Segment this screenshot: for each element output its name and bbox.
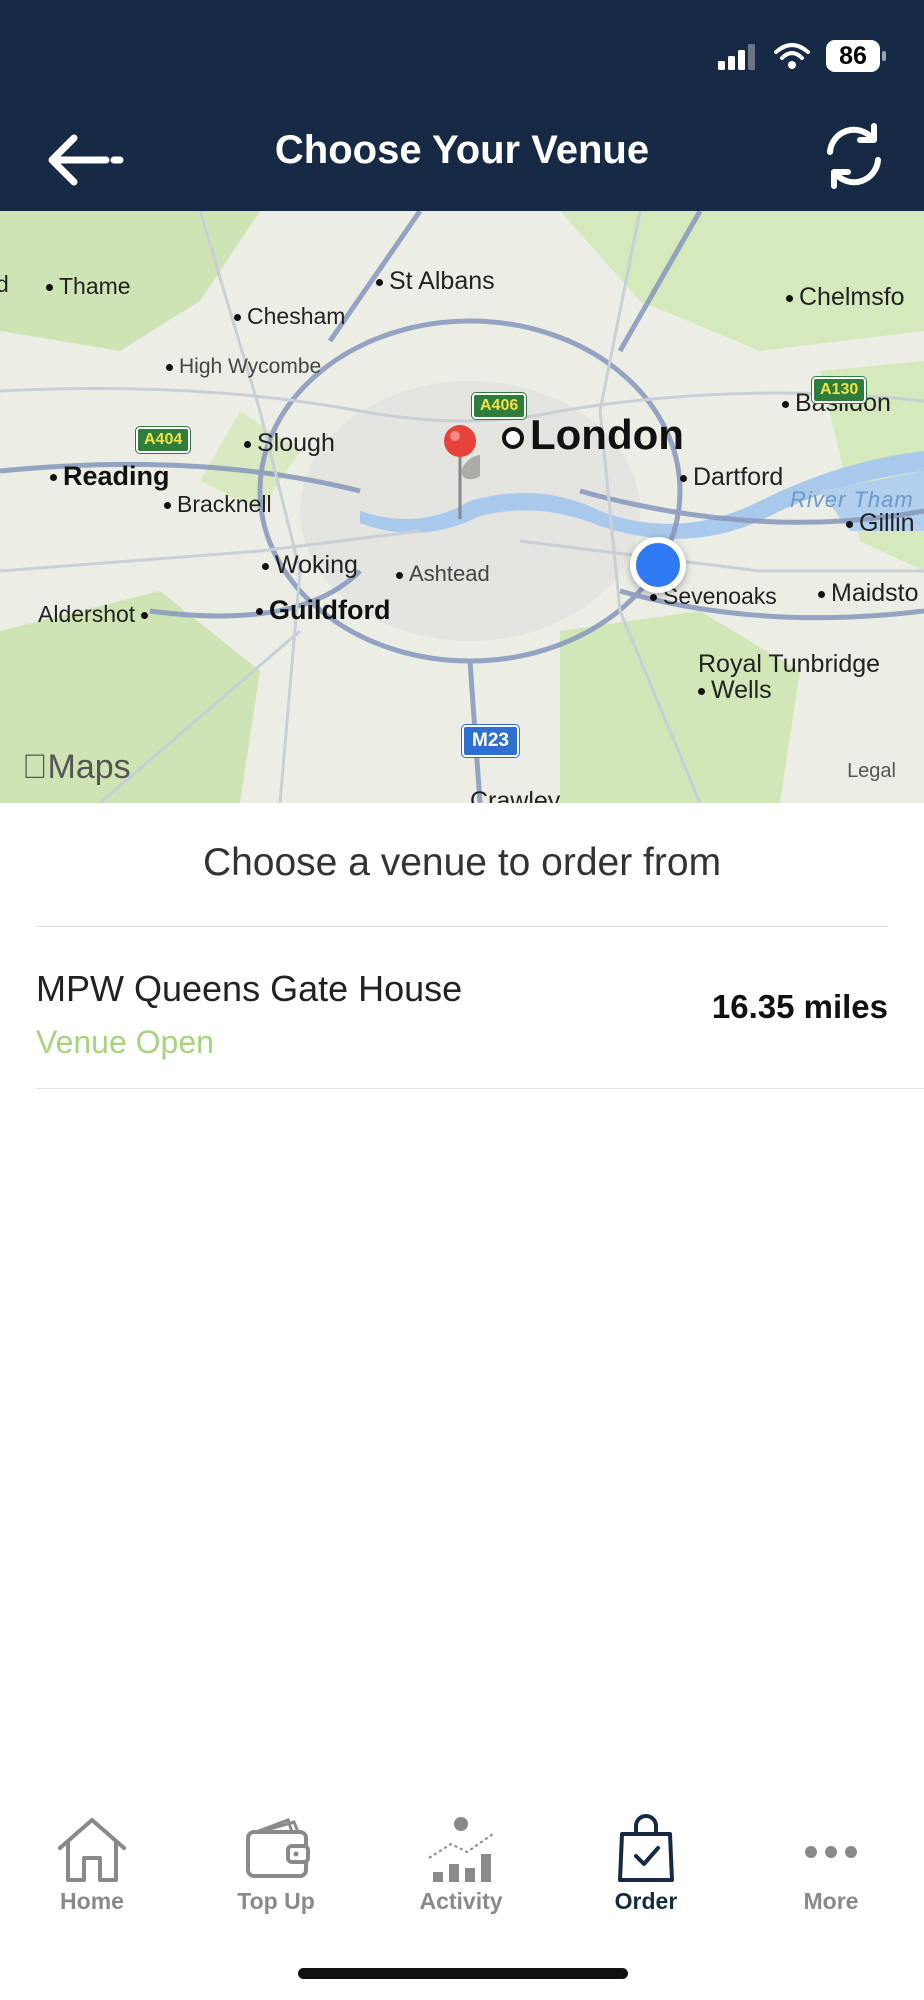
- river-label: River Tham: [790, 487, 914, 512]
- venue-distance: 16.35 miles: [711, 988, 888, 1025]
- wifi-icon: [774, 43, 810, 69]
- map-label-text: Wells: [711, 676, 772, 704]
- tab-activity[interactable]: Activity: [371, 1800, 551, 1920]
- map-label-text: London: [530, 411, 684, 458]
- road-shield-a404: A404: [134, 426, 192, 454]
- tab-more[interactable]: More: [741, 1800, 921, 1920]
- cellular-signal-icon: [718, 44, 755, 70]
- map-label-text: Gillin: [859, 509, 915, 537]
- more-dots-icon: [805, 1846, 857, 1858]
- map-label-text: Woking: [275, 551, 358, 579]
- map-label-text: Royal Tunbridge: [698, 650, 881, 678]
- divider: [36, 926, 888, 927]
- venue-map[interactable]: d Thame St Albans Chelmsfo Chesham High …: [0, 211, 924, 803]
- activity-chart-icon: [428, 1817, 494, 1882]
- battery-indicator: 86: [826, 40, 886, 72]
- map-label-text: Aldershot: [38, 601, 136, 627]
- shopping-bag-icon: [618, 1814, 674, 1882]
- user-location-dot: [630, 537, 686, 593]
- map-label-ashtead: Ashtead: [396, 561, 490, 587]
- tab-top-up[interactable]: Top Up: [186, 1800, 366, 1920]
- map-label-text: Maidsto: [831, 579, 919, 607]
- map-label-high-wycombe: High Wycombe: [166, 355, 321, 379]
- tab-label: Order: [614, 1888, 678, 1914]
- map-label-aldershot: Aldershot: [38, 601, 154, 628]
- map-label-london: London: [502, 411, 684, 459]
- map-label-royal-tunbridge-wells: Royal Tunbridge Wells: [698, 651, 880, 703]
- maps-logo-text: Maps: [22, 748, 131, 786]
- venue-list-heading: Choose a venue to order from: [202, 841, 722, 884]
- map-label-text: Thame: [59, 273, 131, 299]
- map-label-text: Bracknell: [177, 491, 272, 517]
- home-indicator: [298, 1968, 628, 1979]
- map-label-text: St Albans: [389, 267, 495, 295]
- venue-pin-icon[interactable]: [440, 423, 480, 523]
- bottom-tab-bar: Home Top Up Activity Order More: [0, 1800, 924, 1920]
- venue-status: Venue Open: [36, 1024, 214, 1060]
- map-label-reading: Reading: [50, 461, 170, 492]
- road-shield-a130: A130: [810, 376, 868, 404]
- map-label-text: Chelmsfo: [799, 283, 905, 311]
- tab-label: Home: [60, 1888, 124, 1914]
- legal-link[interactable]: Legal: [847, 760, 896, 783]
- map-label-edge-left: d: [0, 271, 9, 297]
- map-label-text: Ashtead: [409, 561, 490, 586]
- tab-label: More: [803, 1888, 859, 1914]
- road-shield-a406: A406: [470, 392, 528, 420]
- app-header: 86 Choose Your Venue: [0, 0, 924, 211]
- tab-label: Activity: [419, 1888, 503, 1914]
- page-title: Choose Your Venue: [274, 128, 650, 172]
- map-label-crawley: Crawley: [470, 787, 561, 803]
- wallet-icon: [246, 1818, 310, 1878]
- map-label-text: Guildford: [269, 595, 391, 625]
- map-label-slough: Slough: [244, 429, 335, 458]
- map-label-st-albans: St Albans: [376, 267, 495, 296]
- home-icon: [58, 1818, 126, 1882]
- venue-name: MPW Queens Gate House: [36, 968, 463, 1009]
- divider: [36, 1088, 924, 1089]
- map-label-chelmsford: Chelmsfo: [786, 283, 905, 312]
- map-label-thame: Thame: [46, 273, 131, 300]
- apple-logo-icon: : [22, 748, 48, 786]
- map-label-text: Slough: [257, 429, 335, 457]
- refresh-icon[interactable]: [820, 122, 888, 190]
- map-label-guildford: Guildford: [256, 595, 390, 626]
- map-label-text: High Wycombe: [179, 355, 322, 378]
- map-label-bracknell: Bracknell: [164, 491, 272, 518]
- map-label-dartford: Dartford: [680, 463, 783, 492]
- road-shield-m23: M23: [461, 724, 520, 758]
- map-label-maidstone: Maidsto: [818, 579, 919, 608]
- map-label-woking: Woking: [262, 551, 358, 580]
- map-label-text: Dartford: [693, 463, 784, 491]
- apple-maps-logo: Maps: [22, 748, 131, 787]
- tab-order[interactable]: Order: [556, 1800, 736, 1920]
- venue-list-item[interactable]: MPW Queens Gate House Venue Open 16.35 m…: [0, 928, 924, 1088]
- map-label-gillingham: Gillin: [846, 509, 915, 538]
- map-label-chesham: Chesham: [234, 303, 345, 330]
- tab-home[interactable]: Home: [2, 1800, 182, 1920]
- status-bar: 86: [718, 40, 886, 72]
- tab-label: Top Up: [237, 1888, 315, 1914]
- map-label-text: Chesham: [247, 303, 346, 329]
- map-label-text: Sevenoaks: [663, 583, 777, 609]
- map-label-text: Reading: [63, 461, 170, 491]
